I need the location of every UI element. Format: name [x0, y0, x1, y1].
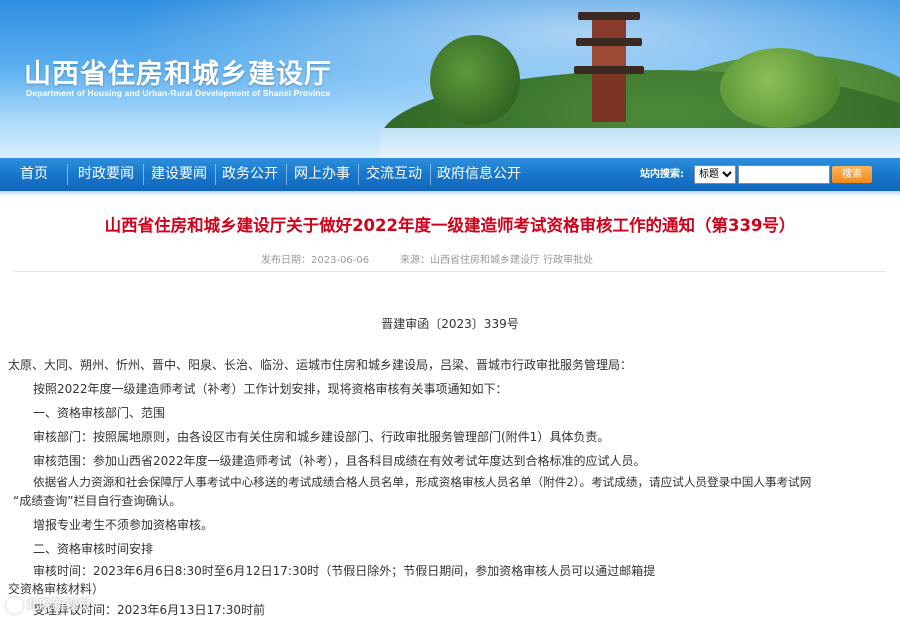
document-number: 晋建审函〔2023〕339号 — [381, 317, 519, 331]
search-input[interactable] — [738, 165, 830, 184]
site-subtitle-en: Department of Housing and Urban-Rural De… — [26, 88, 331, 98]
article-divider — [14, 271, 886, 272]
site-title: 山西省住房和城乡建设厅 — [24, 59, 332, 90]
article-paragraph: 审核范围：参加山西省2022年度一级建造师考试（补考），且各科目成绩在有效考试年… — [33, 454, 646, 468]
article-paragraph: “成绩查询”栏目自行查询确认。 — [13, 494, 182, 508]
article-paragraph: 审核部门：按照属地原则，由各设区市有关住房和城乡建设部门、行政审批服务管理部门(… — [33, 430, 610, 444]
pagoda-tower-image — [574, 12, 644, 122]
nav-shadow — [0, 191, 900, 196]
nav-separator — [430, 164, 431, 185]
watermark: 北晚新视觉 — [6, 594, 91, 614]
article-paragraph: 按照2022年度一级建造师考试（补考）工作计划安排，现将资格审核有关事项通知如下… — [33, 382, 508, 396]
article-section-heading: 一、资格审核部门、范围 — [33, 406, 166, 420]
banner-lake — [380, 128, 900, 158]
article-source: 来源：山西省住房和城乡建设厅 行政审批处 — [400, 255, 594, 266]
nav-item-home[interactable]: 首页 — [20, 158, 48, 191]
nav-item-gov-info[interactable]: 政府信息公开 — [437, 158, 521, 191]
banner-tree — [430, 35, 520, 125]
article-paragraph: 审核时间：2023年6月6日8:30时至6月12日17:30时（节假日除外；节假… — [33, 564, 656, 578]
nav-item-government-affairs[interactable]: 政务公开 — [222, 158, 278, 191]
nav-separator — [143, 164, 144, 185]
nav-separator — [358, 164, 359, 185]
banner-tree — [720, 48, 840, 128]
article-date: 发布日期：2023-06-06 — [261, 255, 370, 266]
watermark-text: 北晚新视觉 — [26, 598, 92, 613]
article-paragraph: 太原、大同、朔州、忻州、晋中、阳泉、长治、临汾、运城市住房和城乡建设局，吕梁、晋… — [8, 358, 633, 372]
search-scope-select[interactable]: 标题 — [694, 165, 736, 184]
article-paragraph: 依据省人力资源和社会保障厅人事考试中心移送的考试成绩合格人员名单，形成资格审核人… — [33, 475, 812, 489]
nav-separator — [215, 164, 216, 185]
nav-separator — [67, 164, 68, 185]
main-nav: 首页 时政要闻 建设要闻 政务公开 网上办事 交流互动 政府信息公开 站内搜索:… — [0, 158, 900, 191]
nav-item-online-services[interactable]: 网上办事 — [294, 158, 350, 191]
watermark-logo-icon — [6, 597, 23, 614]
nav-separator — [286, 164, 287, 185]
nav-item-politics-news[interactable]: 时政要闻 — [78, 158, 134, 191]
article-section-heading: 二、资格审核时间安排 — [33, 542, 154, 556]
article-title: 山西省住房和城乡建设厅关于做好2022年度一级建造师考试资格审核工作的通知（第3… — [104, 216, 796, 235]
search-label: 站内搜索: — [640, 169, 684, 180]
article-paragraph: 增报专业考生不须参加资格审核。 — [33, 518, 214, 532]
nav-item-interaction[interactable]: 交流互动 — [366, 158, 422, 191]
site-banner: 山西省住房和城乡建设厅 Department of Housing and Ur… — [0, 0, 900, 158]
nav-item-construction-news[interactable]: 建设要闻 — [151, 158, 207, 191]
search-button[interactable]: 搜索 — [832, 166, 872, 183]
